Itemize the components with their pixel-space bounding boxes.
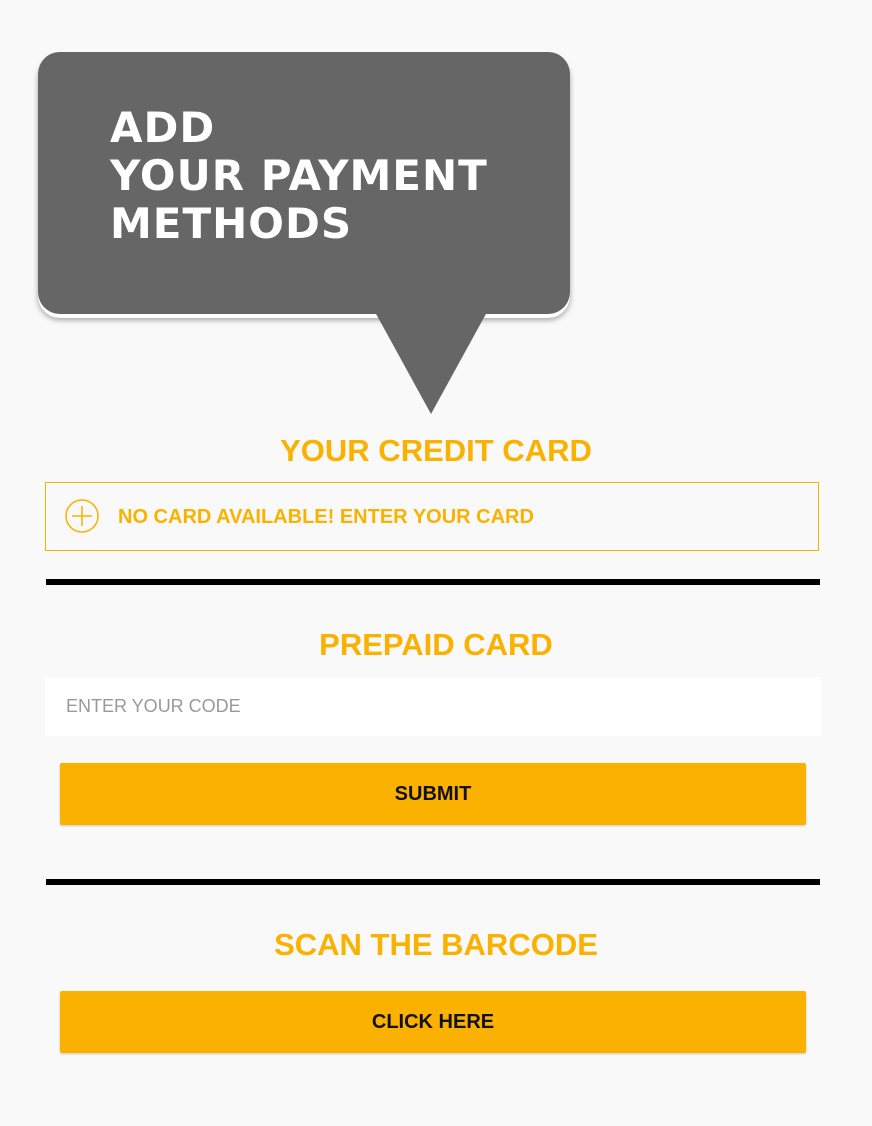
header-speech-bubble: ADD YOUR PAYMENT METHODS: [38, 52, 570, 314]
page-title-line-1: ADD: [110, 103, 216, 152]
speech-bubble-tail: [375, 312, 487, 414]
scan-barcode-section-title: SCAN THE BARCODE: [274, 927, 598, 962]
scan-barcode-button[interactable]: CLICK HERE: [60, 991, 806, 1053]
credit-card-section-title: YOUR CREDIT CARD: [280, 433, 592, 468]
page-title-line-3: METHODS: [110, 199, 353, 248]
section-divider: [46, 879, 820, 885]
add-credit-card-button[interactable]: NO CARD AVAILABLE! ENTER YOUR CARD: [45, 482, 819, 551]
submit-button[interactable]: SUBMIT: [60, 763, 806, 825]
prepaid-code-input[interactable]: [45, 677, 821, 736]
page-title-line-2: YOUR PAYMENT: [110, 151, 488, 200]
section-divider: [46, 579, 820, 585]
prepaid-card-section-title: PREPAID CARD: [319, 627, 553, 662]
page-title: ADD YOUR PAYMENT METHODS: [110, 104, 488, 248]
no-card-available-label: NO CARD AVAILABLE! ENTER YOUR CARD: [118, 506, 534, 528]
plus-circle-icon: [65, 499, 99, 533]
